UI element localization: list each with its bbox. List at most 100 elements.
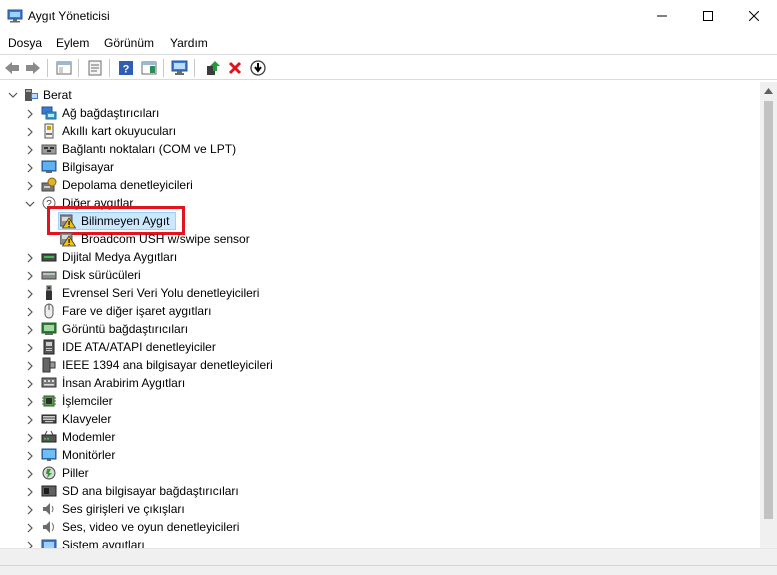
show-hide-console-tree-button[interactable]: [54, 58, 74, 78]
chevron-right-icon[interactable]: [25, 180, 35, 191]
battery-icon: [41, 465, 57, 481]
update-driver-icon: [207, 61, 220, 75]
tree-category-label: Sistem aygıtları: [62, 538, 145, 548]
chevron-right-icon[interactable]: [25, 522, 35, 533]
chevron-right-icon[interactable]: [25, 378, 35, 389]
tree-category[interactable]: Modemler: [0, 428, 740, 446]
tree-device-label: Broadcom USH w/swipe sensor: [81, 232, 250, 246]
monitor-icon: [41, 447, 57, 463]
chevron-right-icon[interactable]: [25, 486, 35, 497]
tree-category[interactable]: İşlemciler: [0, 392, 740, 410]
chevron-right-icon[interactable]: [25, 306, 35, 317]
tree-category[interactable]: Ağ bağdaştırıcıları: [0, 104, 740, 122]
help-button[interactable]: ?: [116, 58, 136, 78]
sound-video-icon: [41, 519, 57, 535]
tree-category[interactable]: İnsan Arabirim Aygıtları: [0, 374, 740, 392]
tree-category-label: Evrensel Seri Veri Yolu denetleyicileri: [62, 286, 260, 300]
audio-io-icon: [41, 501, 57, 517]
menu-yardim[interactable]: Yardım: [170, 36, 208, 50]
forward-arrow-icon: [26, 62, 40, 74]
tree-category[interactable]: Ses girişleri ve çıkışları: [0, 500, 740, 518]
tree-category[interactable]: Dijital Medya Aygıtları: [0, 248, 740, 266]
tree-category-label: Bilgisayar: [62, 160, 115, 174]
chevron-right-icon[interactable]: [25, 342, 35, 353]
chevron-right-icon[interactable]: [25, 468, 35, 479]
vertical-scrollbar[interactable]: [760, 82, 777, 548]
keyboard-icon: [41, 411, 57, 427]
tree-category-label: İnsan Arabirim Aygıtları: [62, 376, 186, 390]
tree-root-label: Berat: [43, 88, 72, 102]
tree-category[interactable]: Sistem aygıtları: [0, 536, 740, 548]
scan-hardware-button[interactable]: [170, 58, 190, 78]
close-button[interactable]: [731, 0, 777, 32]
menu-bar: Dosya Eylem Görünüm Yardım: [0, 32, 777, 54]
chevron-right-icon[interactable]: [25, 144, 35, 155]
chevron-right-icon[interactable]: [25, 162, 35, 173]
tree-root[interactable]: Berat: [0, 86, 300, 104]
chevron-right-icon[interactable]: [25, 360, 35, 371]
minimize-button[interactable]: [639, 0, 685, 32]
chevron-right-icon[interactable]: [25, 288, 35, 299]
tree-category[interactable]: Depolama denetleyicileri: [0, 176, 740, 194]
tree-category[interactable]: Fare ve diğer işaret aygıtları: [0, 302, 740, 320]
tree-category-label: IDE ATA/ATAPI denetleyiciler: [62, 340, 216, 354]
properties-button[interactable]: [85, 58, 105, 78]
tree-category[interactable]: Görüntü bağdaştırıcıları: [0, 320, 740, 338]
tree-device[interactable]: Broadcom USH w/swipe sensor: [0, 230, 740, 248]
disk-drive-icon: [41, 267, 57, 283]
tree-category-label: SD ana bilgisayar bağdaştırıcıları: [62, 484, 239, 498]
maximize-button[interactable]: [685, 0, 731, 32]
title-bar: Aygıt Yöneticisi: [0, 0, 777, 32]
forward-button[interactable]: [23, 58, 43, 78]
menu-gorunum[interactable]: Görünüm: [104, 36, 154, 50]
scroll-up-button[interactable]: [760, 82, 777, 99]
tree-category[interactable]: Evrensel Seri Veri Yolu denetleyicileri: [0, 284, 740, 302]
tree-category[interactable]: IDE ATA/ATAPI denetleyiciler: [0, 338, 740, 356]
uninstall-x-icon: [228, 61, 242, 75]
chevron-right-icon[interactable]: [25, 450, 35, 461]
sd-host-icon: [41, 483, 57, 499]
tree-category[interactable]: IEEE 1394 ana bilgisayar denetleyicileri: [0, 356, 740, 374]
horizontal-scrollbar[interactable]: [0, 548, 777, 565]
tree-category[interactable]: Bilgisayar: [0, 158, 740, 176]
uninstall-device-button[interactable]: [225, 58, 245, 78]
chevron-right-icon[interactable]: [25, 126, 35, 137]
menu-dosya[interactable]: Dosya: [8, 36, 42, 50]
chevron-right-icon[interactable]: [25, 396, 35, 407]
disable-device-button[interactable]: [248, 58, 268, 78]
chevron-right-icon[interactable]: [25, 540, 35, 548]
menu-eylem[interactable]: Eylem: [56, 36, 89, 50]
device-tree: Berat Ağ bağdaştırıcıları Akıllı kart oku…: [0, 82, 760, 548]
back-button[interactable]: [2, 58, 22, 78]
maximize-icon: [703, 11, 713, 21]
chevron-right-icon[interactable]: [25, 504, 35, 515]
chevron-right-icon[interactable]: [25, 324, 35, 335]
tree-category-label: Görüntü bağdaştırıcıları: [62, 322, 189, 336]
port-icon: [41, 141, 57, 157]
ide-controller-icon: [41, 339, 57, 355]
chevron-right-icon[interactable]: [25, 252, 35, 263]
scroll-up-arrow-icon: [764, 87, 773, 94]
update-driver-button[interactable]: [203, 58, 223, 78]
tree-category[interactable]: Piller: [0, 464, 740, 482]
chevron-right-icon[interactable]: [25, 108, 35, 119]
tree-category[interactable]: Disk sürücüleri: [0, 266, 740, 284]
modem-icon: [41, 429, 57, 445]
chevron-right-icon[interactable]: [25, 270, 35, 281]
chevron-down-icon[interactable]: [8, 90, 18, 100]
network-adapter-icon: [41, 105, 57, 121]
chevron-right-icon[interactable]: [25, 432, 35, 443]
tree-category[interactable]: Klavyeler: [0, 410, 740, 428]
tree-device[interactable]: Bilinmeyen Aygıt: [0, 206, 740, 235]
tree-category[interactable]: SD ana bilgisayar bağdaştırıcıları: [0, 482, 740, 500]
scroll-thumb[interactable]: [764, 101, 773, 519]
chevron-right-icon[interactable]: [25, 414, 35, 425]
tree-category[interactable]: Monitörler: [0, 446, 740, 464]
tree-category[interactable]: Akıllı kart okuyucuları: [0, 122, 740, 140]
tree-category[interactable]: Ses, video ve oyun denetleyicileri: [0, 518, 740, 536]
tree-category-label: Akıllı kart okuyucuları: [62, 124, 177, 138]
action-pane-button[interactable]: [139, 58, 159, 78]
tree-category[interactable]: Bağlantı noktaları (COM ve LPT): [0, 140, 740, 158]
chevron-down-icon[interactable]: [25, 198, 35, 208]
tree-category-label: Dijital Medya Aygıtları: [62, 250, 178, 264]
